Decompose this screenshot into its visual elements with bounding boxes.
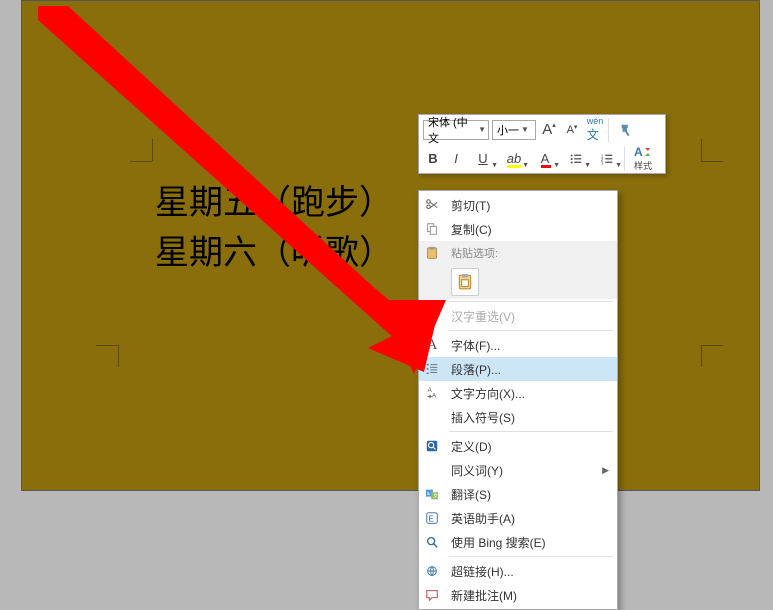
- menu-synonyms-label: 同义词(Y): [451, 462, 596, 479]
- styles-button[interactable]: A 样式: [628, 145, 658, 172]
- font-color-button[interactable]: A▼: [531, 148, 559, 170]
- paste-options-row: [419, 265, 617, 299]
- menu-hyperlink[interactable]: 超链接(H)...: [419, 559, 617, 583]
- margin-mark-tl: [130, 139, 152, 161]
- paintbrush-icon: [619, 123, 633, 137]
- paste-keep-source-button[interactable]: [451, 268, 479, 296]
- format-painter-button[interactable]: [612, 119, 640, 141]
- menu-bing-search-label: 使用 Bing 搜索(E): [451, 534, 609, 551]
- styles-label: 样式: [634, 159, 652, 172]
- menu-define-label: 定义(D): [451, 438, 609, 455]
- chevron-down-icon: ▼: [521, 125, 529, 134]
- menu-copy-label: 复制(C): [451, 221, 609, 238]
- comment-icon: [425, 588, 439, 602]
- english-assistant-icon: E: [425, 511, 439, 525]
- margin-mark-br: [701, 345, 723, 367]
- menu-hyperlink-label: 超链接(H)...: [451, 563, 609, 580]
- italic-button[interactable]: I: [446, 148, 466, 170]
- menu-separator: [449, 431, 613, 432]
- hyperlink-icon: [425, 564, 439, 578]
- menu-synonyms[interactable]: 同义词(Y) ▶: [419, 458, 617, 482]
- document-page: 星期五（跑步） 星期六（听歌）: [21, 0, 760, 491]
- mini-toolbar: 宋体 (中文 ▼ 小一 ▼ A▴ A▾ wén文 B I U▼ ab▼ A▼ ▼…: [418, 114, 666, 174]
- menu-paste-options-header: 粘贴选项:: [419, 241, 617, 265]
- context-menu: 剪切(T) 复制(C) 粘贴选项: 汉字重选(V) A 字体(F)... 段落(…: [418, 190, 618, 610]
- clipboard-paste-icon: [456, 273, 474, 291]
- paragraph-icon: [425, 362, 439, 376]
- text-direction-icon: AA: [425, 386, 439, 400]
- svg-text:文: 文: [433, 492, 439, 500]
- menu-hanzi-reselect-label: 汉字重选(V): [451, 308, 609, 325]
- bold-button[interactable]: B: [423, 148, 443, 170]
- clipboard-icon: [425, 246, 439, 260]
- menu-paste-options-label: 粘贴选项:: [451, 245, 609, 261]
- menu-english-assistant[interactable]: E 英语助手(A): [419, 506, 617, 530]
- svg-text:a: a: [427, 491, 430, 497]
- menu-font-label: 字体(F)...: [451, 337, 609, 354]
- menu-new-comment-label: 新建批注(M): [451, 587, 609, 604]
- menu-separator: [449, 556, 613, 557]
- scissors-icon: [425, 198, 439, 212]
- menu-english-assistant-label: 英语助手(A): [451, 510, 609, 527]
- menu-cut-label: 剪切(T): [451, 197, 609, 214]
- bullets-icon: [569, 152, 583, 166]
- svg-text:A: A: [634, 145, 643, 159]
- margin-mark-bl: [96, 345, 118, 367]
- doc-line-1: 星期五（跑步）: [155, 179, 393, 229]
- menu-separator: [449, 330, 613, 331]
- menu-cut[interactable]: 剪切(T): [419, 193, 617, 217]
- search-icon: [425, 535, 439, 549]
- numbering-button[interactable]: 123▼: [593, 148, 621, 170]
- menu-hanzi-reselect: 汉字重选(V): [419, 304, 617, 328]
- bullets-button[interactable]: ▼: [562, 148, 590, 170]
- numbering-icon: 123: [600, 152, 614, 166]
- svg-text:A: A: [432, 392, 437, 399]
- menu-paragraph-label: 段落(P)...: [451, 361, 609, 378]
- chevron-down-icon: ▼: [478, 125, 486, 134]
- menu-text-direction[interactable]: AA 文字方向(X)...: [419, 381, 617, 405]
- menu-translate-label: 翻译(S): [451, 486, 609, 503]
- define-icon: [425, 439, 439, 453]
- font-family-select[interactable]: 宋体 (中文 ▼: [423, 120, 489, 140]
- margin-mark-tr: [701, 139, 723, 161]
- styles-icon: A: [634, 145, 652, 159]
- menu-paragraph[interactable]: 段落(P)...: [419, 357, 617, 381]
- highlight-color-button[interactable]: ab▼: [500, 148, 528, 170]
- font-size-value: 小一: [497, 122, 519, 138]
- menu-copy[interactable]: 复制(C): [419, 217, 617, 241]
- font-family-value: 宋体 (中文: [428, 114, 476, 146]
- doc-line-2: 星期六（听歌）: [155, 229, 393, 279]
- document-text[interactable]: 星期五（跑步） 星期六（听歌）: [155, 179, 393, 279]
- menu-text-direction-label: 文字方向(X)...: [451, 385, 609, 402]
- svg-text:3: 3: [601, 160, 604, 165]
- phonetic-guide-button[interactable]: wén文: [585, 119, 605, 141]
- copy-icon: [425, 222, 439, 236]
- svg-text:E: E: [429, 515, 434, 524]
- shrink-font-button[interactable]: A▾: [562, 119, 582, 141]
- menu-bing-search[interactable]: 使用 Bing 搜索(E): [419, 530, 617, 554]
- submenu-arrow-icon: ▶: [602, 465, 609, 476]
- menu-new-comment[interactable]: 新建批注(M): [419, 583, 617, 607]
- translate-icon: a文: [425, 487, 439, 501]
- menu-font[interactable]: A 字体(F)...: [419, 333, 617, 357]
- underline-button[interactable]: U▼: [469, 148, 497, 170]
- grow-font-button[interactable]: A▴: [539, 119, 559, 141]
- menu-insert-symbol-label: 插入符号(S): [451, 409, 609, 426]
- menu-translate[interactable]: a文 翻译(S): [419, 482, 617, 506]
- menu-define[interactable]: 定义(D): [419, 434, 617, 458]
- menu-insert-symbol[interactable]: 插入符号(S): [419, 405, 617, 429]
- menu-separator: [449, 301, 613, 302]
- font-size-select[interactable]: 小一 ▼: [492, 120, 536, 140]
